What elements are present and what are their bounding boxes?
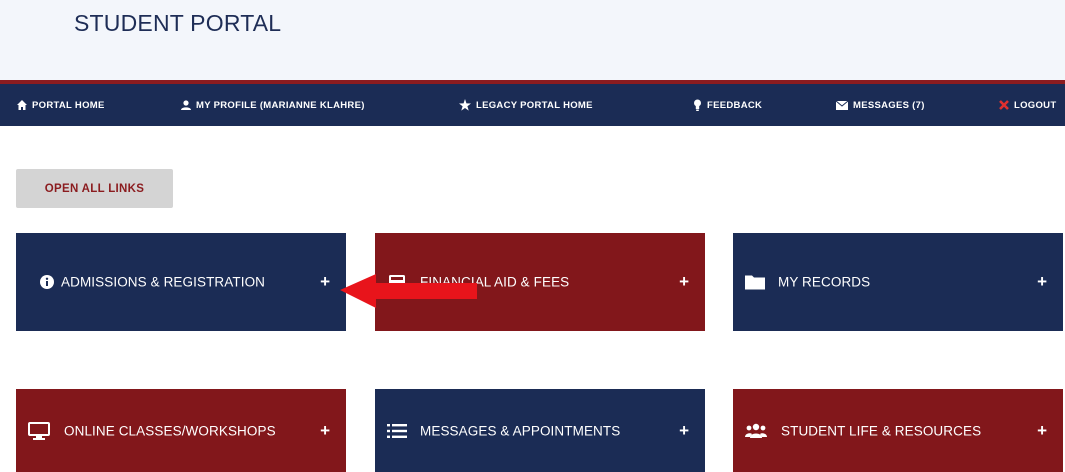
star-icon xyxy=(459,99,471,111)
expand-icon[interactable]: + xyxy=(679,421,689,441)
nav-my-profile-label: MY PROFILE (MARIANNE KLAHRE) xyxy=(196,99,365,111)
nav-feedback-label: FEEDBACK xyxy=(707,99,763,111)
tile-messages-appointments-label: MESSAGES & APPOINTMENTS xyxy=(420,423,621,438)
users-icon xyxy=(745,423,767,439)
tile-my-records[interactable]: MY RECORDS + xyxy=(733,233,1063,331)
tile-messages-appointments[interactable]: MESSAGES & APPOINTMENTS + xyxy=(375,389,705,472)
expand-icon[interactable]: + xyxy=(1037,421,1047,441)
lightbulb-icon xyxy=(694,99,701,111)
nav-legacy-portal-home[interactable]: LEGACY PORTAL HOME xyxy=(459,84,593,126)
envelope-icon xyxy=(836,100,848,110)
expand-icon[interactable]: + xyxy=(320,272,330,292)
tile-student-life-resources[interactable]: STUDENT LIFE & RESOURCES + xyxy=(733,389,1063,472)
nav-feedback[interactable]: FEEDBACK xyxy=(693,84,762,126)
top-nav: PORTAL HOME MY PROFILE (MARIANNE KLAHRE)… xyxy=(0,84,1065,126)
close-icon xyxy=(999,100,1009,110)
nav-portal-home-label: PORTAL HOME xyxy=(32,99,105,111)
nav-messages-label: MESSAGES (7) xyxy=(853,99,925,111)
nav-logout[interactable]: LOGOUT xyxy=(999,84,1056,126)
nav-my-profile[interactable]: MY PROFILE (MARIANNE KLAHRE) xyxy=(181,84,365,126)
annotation-arrow xyxy=(340,274,477,308)
open-all-links-button[interactable]: OPEN ALL LINKS xyxy=(16,169,173,208)
monitor-icon xyxy=(28,421,50,440)
nav-logout-label: LOGOUT xyxy=(1014,99,1057,111)
folder-icon xyxy=(745,275,765,290)
portal-title: STUDENT PORTAL xyxy=(74,10,282,36)
info-icon xyxy=(40,275,54,289)
nav-legacy-portal-home-label: LEGACY PORTAL HOME xyxy=(476,99,593,111)
tile-online-classes-workshops-label: ONLINE CLASSES/WORKSHOPS xyxy=(64,423,276,438)
portal-header: STUDENT PORTAL xyxy=(0,0,1065,80)
user-icon xyxy=(181,100,191,110)
tile-student-life-resources-label: STUDENT LIFE & RESOURCES xyxy=(781,423,982,438)
expand-icon[interactable]: + xyxy=(320,421,330,441)
nav-messages[interactable]: MESSAGES (7) xyxy=(836,84,925,126)
tile-online-classes-workshops[interactable]: ONLINE CLASSES/WORKSHOPS + xyxy=(16,389,346,472)
list-icon xyxy=(387,423,407,438)
tile-admissions-registration[interactable]: ADMISSIONS & REGISTRATION + xyxy=(16,233,346,331)
tile-my-records-label: MY RECORDS xyxy=(778,274,871,290)
home-icon xyxy=(17,100,27,110)
expand-icon[interactable]: + xyxy=(679,272,689,292)
expand-icon[interactable]: + xyxy=(1037,272,1047,292)
nav-portal-home[interactable]: PORTAL HOME xyxy=(17,84,105,126)
tile-admissions-registration-label: ADMISSIONS & REGISTRATION xyxy=(61,274,266,290)
